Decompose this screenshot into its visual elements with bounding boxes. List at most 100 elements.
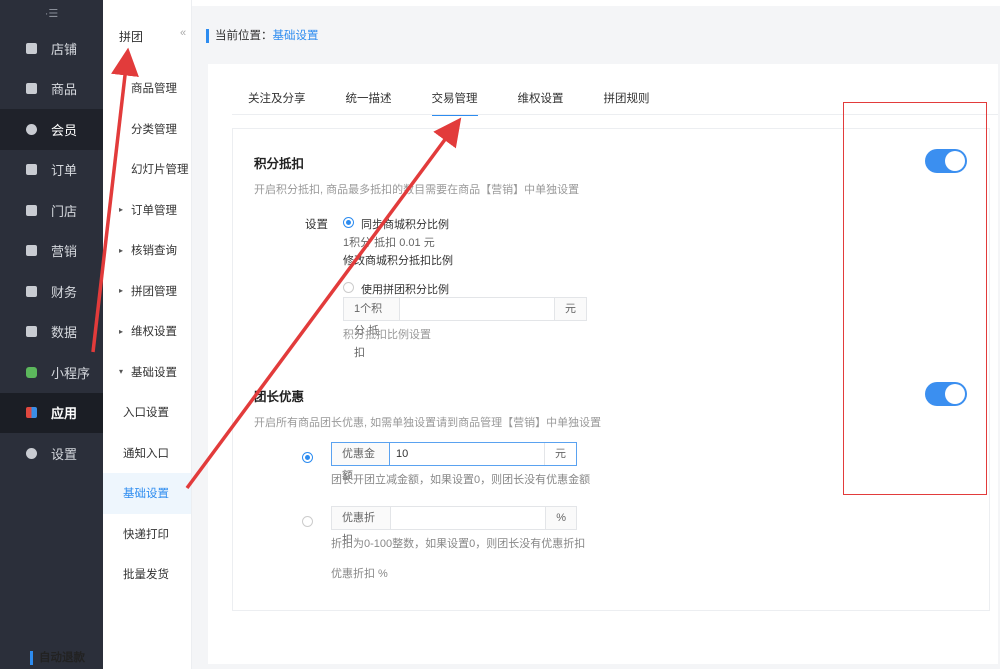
points-rate-prefix: 1个积分 抵扣 — [344, 298, 400, 359]
caret-right-icon: ▸ — [119, 205, 124, 215]
points-desc: 开启积分抵扣, 商品最多抵扣的数目需要在商品【营销】中单独设置 — [254, 184, 580, 196]
nav-item-apps[interactable]: 应用 — [0, 392, 103, 433]
subnav-label: 维权设置 — [131, 326, 177, 339]
sub-sidebar: 拼团 商品管理 分类管理 幻灯片管理 ▸ 订单管理 ▸ 核销查询 ▸ 拼团管理 ▸ 维权… — [103, 0, 192, 669]
subnav-label: 核销查询 — [131, 245, 177, 258]
leader-amount-suffix: 元 — [544, 443, 576, 465]
nav-item-store[interactable]: 店铺 — [0, 28, 103, 69]
nav-label: 会员 — [51, 122, 78, 138]
auto-refund-title: 自动退款 — [30, 651, 85, 665]
top-bar — [192, 0, 1000, 6]
breadcrumb-prefix: 当前位置： — [215, 30, 273, 42]
subnav-item-basic-group[interactable]: ▾ 基础设置 — [103, 352, 191, 393]
nav-label: 营销 — [51, 244, 78, 260]
subnav-label: 入口设置 — [123, 407, 169, 420]
subnav-item-basic-settings[interactable]: 基础设置 — [103, 473, 191, 514]
subnav-item-orders[interactable]: ▸ 订单管理 — [103, 190, 191, 231]
nav-item-goods[interactable]: 商品 — [0, 69, 103, 110]
tab-rules[interactable]: 拼团规则 — [604, 90, 650, 116]
caret-right-icon: ▸ — [119, 245, 124, 255]
tab-description[interactable]: 统一描述 — [346, 90, 392, 116]
nav-item-data[interactable]: 数据 — [0, 312, 103, 353]
apps-icon — [26, 407, 37, 419]
points-opt1-label[interactable]: 同步商城积分比例 — [361, 216, 449, 232]
nav-label: 订单 — [51, 163, 78, 179]
points-radio-sync[interactable] — [343, 217, 354, 228]
subnav-item-entry[interactable]: 入口设置 — [103, 392, 191, 433]
subnav-item-notify[interactable]: 通知入口 — [103, 433, 191, 474]
nav-item-order[interactable]: 订单 — [0, 150, 103, 191]
subnav-item-rights[interactable]: ▸ 维权设置 — [103, 311, 191, 352]
tab-bar: 关注及分享 统一描述 交易管理 维权设置 拼团规则 — [248, 90, 690, 116]
subnav-label: 批量发货 — [123, 569, 169, 582]
subnav-item-group[interactable]: ▸ 拼团管理 — [103, 271, 191, 312]
points-rate-input-group: 1个积分 抵扣 元 — [343, 297, 587, 359]
breadcrumb: 当前位置：基础设置 — [206, 29, 319, 43]
subnav-item-batch-ship[interactable]: 批量发货 — [103, 554, 191, 595]
nav-label: 应用 — [51, 406, 78, 422]
tab-rights[interactable]: 维权设置 — [518, 90, 564, 116]
points-opt1-link[interactable]: 修改商城积分抵扣比例 — [343, 252, 453, 268]
points-opt2-label[interactable]: 使用拼团积分比例 — [361, 281, 449, 297]
leader-title: 团长优惠 — [254, 390, 305, 404]
nav-label: 数据 — [51, 325, 78, 341]
member-icon — [26, 123, 37, 135]
tab-trade[interactable]: 交易管理 — [431, 90, 478, 116]
nav-label: 财务 — [51, 284, 78, 300]
subnav-label: 幻灯片管理 — [131, 164, 189, 177]
shop-icon — [26, 204, 37, 216]
subnav-collapse-icon[interactable]: « — [176, 22, 190, 44]
sidebar-collapse-icon[interactable]: ·☰ — [0, 0, 103, 28]
points-rate-help: 积分抵扣比例设置 — [343, 329, 431, 341]
subnav-label: 基础设置 — [123, 488, 169, 501]
leader-amount-help: 团长开团立减金额，如果设置0，则团长没有优惠金额 — [331, 474, 591, 486]
leader-discount-suffix: % — [545, 507, 576, 529]
leader-discount-input[interactable] — [391, 507, 546, 529]
nav-item-shop[interactable]: 门店 — [0, 190, 103, 231]
leader-amount-input[interactable] — [390, 443, 544, 465]
leader-discount-summary: 优惠折扣 % — [331, 568, 388, 580]
subnav-label: 分类管理 — [131, 123, 177, 136]
nav-label: 商品 — [51, 82, 78, 98]
main-sidebar: ·☰ 店铺 商品 会员 订单 门店 营销 财务 数据 小程序 应用 设置 — [0, 0, 103, 669]
caret-right-icon: ▸ — [119, 286, 124, 296]
leader-amount-input-group: 优惠金额 元 — [331, 442, 577, 482]
subnav-label: 通知入口 — [123, 447, 169, 460]
subnav-item-goods[interactable]: 商品管理 — [103, 68, 191, 109]
nav-item-settings[interactable]: 设置 — [0, 433, 103, 474]
subnav-item-category[interactable]: 分类管理 — [103, 109, 191, 150]
subnav-item-express-print[interactable]: 快递打印 — [103, 514, 191, 555]
nav-item-finance[interactable]: 财务 — [0, 271, 103, 312]
points-rate-suffix: 元 — [554, 298, 586, 320]
subnav-label: 快递打印 — [123, 528, 169, 541]
points-radio-group[interactable] — [343, 282, 354, 293]
finance-icon — [26, 285, 37, 297]
data-icon — [26, 326, 37, 338]
leader-amount-label: 优惠金额 — [332, 443, 390, 482]
nav-label: 小程序 — [51, 365, 91, 381]
nav-item-marketing[interactable]: 营销 — [0, 231, 103, 272]
nav-label: 设置 — [51, 446, 78, 462]
leader-radio-discount[interactable] — [302, 516, 313, 527]
subnav-label: 拼团管理 — [131, 285, 177, 298]
breadcrumb-current[interactable]: 基础设置 — [273, 30, 319, 42]
nav-item-member[interactable]: 会员 — [0, 109, 103, 150]
subnav-label: 基础设置 — [131, 366, 177, 379]
points-setting-label: 设置 — [305, 219, 328, 231]
leader-discount-input-group: 优惠折扣 % — [331, 506, 577, 546]
subnav-label: 订单管理 — [131, 204, 177, 217]
subnav-item-verify[interactable]: ▸ 核销查询 — [103, 230, 191, 271]
points-opt1-rate: 1积分 抵扣 0.01 元 — [343, 237, 435, 249]
nav-label: 门店 — [51, 203, 78, 219]
leader-discount-label: 优惠折扣 — [332, 507, 392, 546]
annotation-box — [843, 102, 987, 495]
leader-desc: 开启所有商品团长优惠, 如需单独设置请到商品管理【营销】中单独设置 — [254, 417, 602, 429]
nav-item-miniprogram[interactable]: 小程序 — [0, 352, 103, 393]
points-rate-input[interactable] — [400, 298, 554, 320]
leader-radio-amount[interactable] — [302, 452, 313, 463]
subnav-item-slides[interactable]: 幻灯片管理 — [103, 149, 191, 190]
miniprogram-icon — [26, 366, 37, 378]
tab-follow-share[interactable]: 关注及分享 — [248, 90, 306, 116]
gear-icon — [26, 447, 37, 459]
marketing-icon — [26, 245, 37, 257]
